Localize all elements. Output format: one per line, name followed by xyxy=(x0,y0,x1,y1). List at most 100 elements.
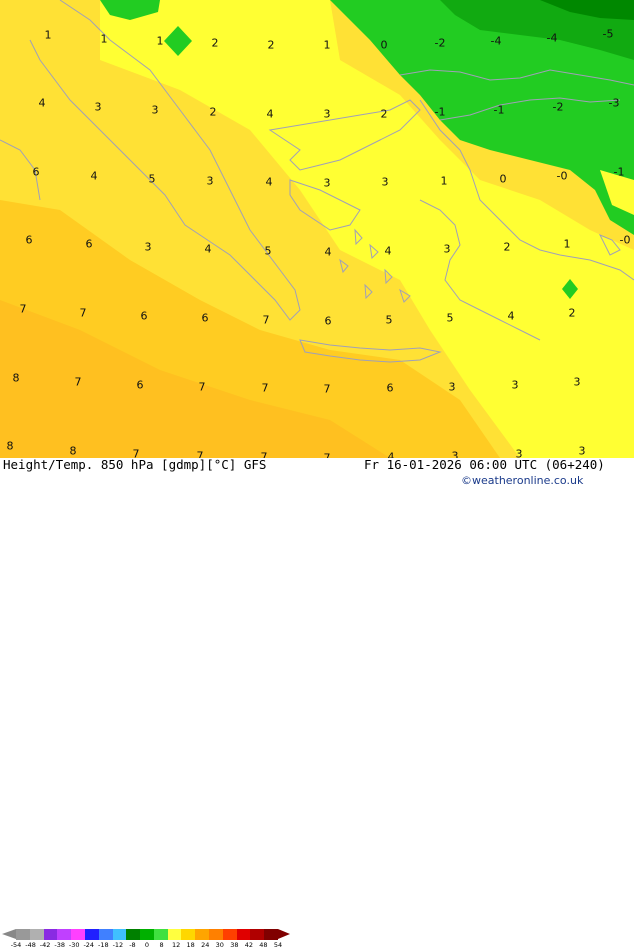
temperature-label: 4 xyxy=(384,244,392,258)
temperature-label: 6 xyxy=(32,165,40,179)
valid-time: Fr 16-01-2026 06:00 UTC (06+240) xyxy=(364,457,605,472)
credit-link[interactable]: ©weatheronline.co.uk xyxy=(461,475,583,486)
temperature-label: 3 xyxy=(206,174,214,188)
scale-tick-label: -8 xyxy=(129,941,136,949)
temperature-label: 6 xyxy=(201,311,209,325)
color-scale-legend: -54 -48 -42 -38 -30 -24 -18 -12 -8 0 8 12 18 24 30 38 42… xyxy=(2,929,292,948)
temperature-label: 7 xyxy=(79,306,87,320)
temperature-label: 3 xyxy=(323,107,331,121)
temperature-label: 3 xyxy=(144,240,152,254)
temperature-label: 3 xyxy=(323,176,331,190)
scale-swatch xyxy=(167,929,182,940)
temperature-label: 3 xyxy=(578,444,586,458)
temperature-label: 1 xyxy=(563,237,571,251)
scale-tick-label: -18 xyxy=(98,941,109,949)
scale-swatch xyxy=(236,929,251,940)
scale-tick-label: 12 xyxy=(171,941,181,949)
temperature-label: 6 xyxy=(136,378,144,392)
scale-swatch xyxy=(126,929,141,940)
temperature-label: 6 xyxy=(85,237,93,251)
temperature-label: 5 xyxy=(148,172,156,186)
temperature-label: 4 xyxy=(90,169,98,183)
scale-tick-label: 24 xyxy=(201,941,210,949)
temperature-label: -1 xyxy=(613,165,625,179)
temperature-label: 4 xyxy=(204,242,212,256)
temperature-label: 7 xyxy=(198,380,206,394)
temperature-label: 5 xyxy=(385,313,393,327)
map-title: Height/Temp. 850 hPa [gdmp][°C] GFS xyxy=(3,457,267,472)
temperature-label: -4 xyxy=(546,31,558,45)
temperature-label: 3 xyxy=(94,100,102,114)
temperature-label: -2 xyxy=(434,36,446,50)
temperature-label: 4 xyxy=(265,175,273,189)
scale-arrow-right xyxy=(278,929,290,939)
scale-swatch xyxy=(84,929,100,940)
temperature-label: 0 xyxy=(380,38,388,52)
scale-swatch xyxy=(16,929,31,940)
map-footer: Height/Temp. 850 hPa [gdmp][°C] GFS Fr 1… xyxy=(0,457,634,948)
temperature-label: -0 xyxy=(556,169,568,183)
scale-tick-label: 54 xyxy=(273,941,283,949)
scale-swatch xyxy=(112,929,127,940)
temperature-label: 2 xyxy=(568,306,576,320)
temperature-label: -2 xyxy=(552,100,564,114)
temperature-label: 4 xyxy=(324,245,332,259)
temperature-label: 7 xyxy=(74,375,82,389)
temperature-label: 4 xyxy=(266,107,274,121)
temperature-label: 6 xyxy=(140,309,148,323)
scale-tick-label: 42 xyxy=(244,941,254,949)
scale-swatch xyxy=(153,929,169,940)
scale-swatch xyxy=(98,929,114,940)
temperature-label: 3 xyxy=(151,103,159,117)
temperature-label: 3 xyxy=(511,378,519,392)
temperature-label: 2 xyxy=(503,240,511,254)
scale-tick-label: -12 xyxy=(112,941,124,949)
scale-swatch xyxy=(140,929,155,940)
scale-tick-label: 8 xyxy=(159,941,164,949)
temperature-label: 1 xyxy=(156,34,164,48)
scale-tick-label: 18 xyxy=(186,941,195,949)
temperature-label: 3 xyxy=(573,375,581,389)
scale-tick-label: 30 xyxy=(215,941,224,949)
temperature-label: 8 xyxy=(12,371,20,385)
scale-tick-label: 38 xyxy=(230,941,239,949)
scale-swatch xyxy=(250,929,265,940)
temperature-label: 3 xyxy=(443,242,451,256)
temperature-label: -3 xyxy=(608,96,620,110)
scale-swatch xyxy=(209,929,224,940)
temperature-label: 8 xyxy=(6,439,14,453)
scale-swatch xyxy=(264,929,279,940)
scale-tick-label: 0 xyxy=(144,941,150,949)
temperature-label: 6 xyxy=(386,381,394,395)
scale-swatch xyxy=(29,929,45,940)
temperature-label: -5 xyxy=(602,27,614,41)
temperature-label: 2 xyxy=(267,38,275,52)
scale-tick-label: -24 xyxy=(83,941,95,949)
scale-tick-label: -30 xyxy=(68,941,80,949)
scale-tick-label: -38 xyxy=(54,941,65,949)
temperature-label: -1 xyxy=(493,103,505,117)
temperature-label: -0 xyxy=(619,233,631,247)
temperature-label: 2 xyxy=(380,107,388,121)
temperature-label: 7 xyxy=(323,382,331,396)
temperature-label: 6 xyxy=(324,314,332,328)
temperature-label: 1 xyxy=(440,174,448,188)
temperature-field xyxy=(0,0,634,458)
scale-tick-label: -48 xyxy=(25,941,36,949)
temperature-label: 5 xyxy=(264,244,272,258)
scale-tick-label: 48 xyxy=(259,941,268,949)
scale-swatch xyxy=(181,929,196,940)
temperature-label: 2 xyxy=(209,105,217,119)
temperature-label: 4 xyxy=(507,309,515,323)
temperature-label: 4 xyxy=(38,96,46,110)
scale-arrow-left xyxy=(2,929,16,939)
temperature-label: 8 xyxy=(69,444,77,458)
temperature-label: 0 xyxy=(499,172,507,186)
temperature-label: 5 xyxy=(446,311,454,325)
temperature-label: 6 xyxy=(25,233,33,247)
temperature-label: 1 xyxy=(100,32,108,46)
temperature-label: -4 xyxy=(490,34,502,48)
temperature-label: 7 xyxy=(262,313,270,327)
scale-swatch xyxy=(57,929,72,940)
temperature-label: 1 xyxy=(323,38,331,52)
